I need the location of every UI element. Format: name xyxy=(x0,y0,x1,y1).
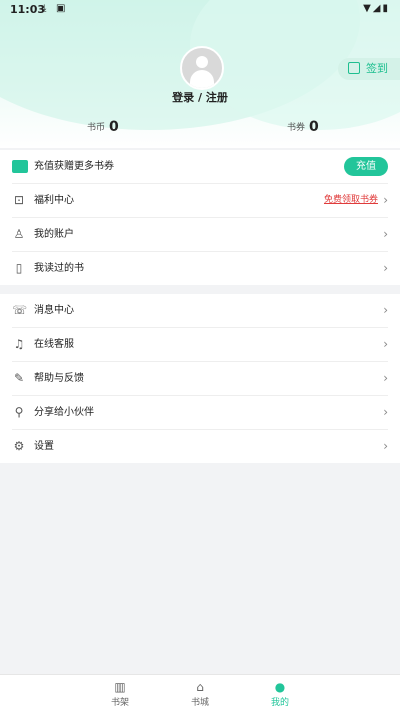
menu-item-label: 在线客服 xyxy=(34,339,74,350)
tab-bookshelf[interactable]: ▥ 书架 xyxy=(100,680,140,708)
chevron-right-icon: › xyxy=(383,227,388,241)
books-icon: ▯ xyxy=(15,261,23,275)
avatar-body xyxy=(190,70,214,88)
bookshelf-icon: ▥ xyxy=(114,680,126,694)
menu-item-read-books[interactable]: ▯ 我读过的书 › xyxy=(12,252,388,285)
gift-icon: ⊡ xyxy=(13,193,25,207)
share-icon: ⚲ xyxy=(14,405,24,419)
menu-item-help[interactable]: ✎ 帮助与反馈 › xyxy=(12,362,388,396)
chevron-right-icon: › xyxy=(383,261,388,275)
chevron-right-icon: › xyxy=(383,405,388,419)
menu-item-label: 设置 xyxy=(34,441,54,452)
status-right-icons: ▼◢▮ xyxy=(363,3,390,14)
menu-item-share[interactable]: ⚲ 分享给小伙伴 › xyxy=(12,396,388,430)
menu-item-label: 消息中心 xyxy=(34,305,74,316)
home-icon: ⌂ xyxy=(196,680,204,694)
message-icon: ☏ xyxy=(12,303,28,317)
checkin-label: 签到 xyxy=(366,62,388,75)
menu-item-label: 分享给小伙伴 xyxy=(34,407,94,418)
chevron-right-icon: › xyxy=(383,337,388,351)
menu-item-label: 我的账户 xyxy=(34,229,74,240)
menu-item-welfare[interactable]: ⊡ 福利中心 免费领取书券 › xyxy=(12,184,388,218)
checkin-button[interactable]: 签到 xyxy=(338,58,400,80)
coins-label: 书币 xyxy=(87,123,106,133)
app-icon: ▣ xyxy=(56,3,66,14)
tab-bookstore[interactable]: ⌂ 书城 xyxy=(180,680,220,708)
edit-icon: ✎ xyxy=(13,371,25,385)
menu-item-settings[interactable]: ⚙ 设置 › xyxy=(12,430,388,463)
free-voucher-link[interactable]: 免费领取书券 xyxy=(324,184,378,217)
menu-item-label: 福利中心 xyxy=(34,195,74,206)
vouchers-value: 0 xyxy=(309,119,319,135)
avatar-head xyxy=(196,56,208,68)
wifi-icon: ▼ xyxy=(363,3,373,14)
vouchers-label: 书券 xyxy=(287,123,306,133)
recharge-label: 充值获赠更多书券 xyxy=(34,161,114,172)
bottom-tab-bar: ▥ 书架 ⌂ 书城 ● 我的 xyxy=(0,674,400,713)
person-icon: ● xyxy=(274,680,286,694)
profile-header: 11:03 ⤓ ▣ ▼◢▮ 登录 / 注册 签到 书币 0 书券 0 xyxy=(0,0,400,148)
tab-label: 书城 xyxy=(190,698,209,708)
tab-mine[interactable]: ● 我的 xyxy=(260,680,300,708)
menu-item-label: 我读过的书 xyxy=(34,263,84,274)
menu-item-messages[interactable]: ☏ 消息中心 › xyxy=(12,294,388,328)
wallet-icon xyxy=(12,160,28,173)
chevron-right-icon: › xyxy=(383,371,388,385)
login-register-link[interactable]: 登录 / 注册 xyxy=(0,89,400,105)
status-time: 11:03 xyxy=(10,3,46,16)
calendar-icon xyxy=(348,62,360,74)
menu-item-account[interactable]: ♙ 我的账户 › xyxy=(12,218,388,252)
vouchers-stat[interactable]: 书券 0 xyxy=(287,119,319,135)
chevron-right-icon: › xyxy=(383,193,388,207)
menu-item-support[interactable]: ♫ 在线客服 › xyxy=(12,328,388,362)
status-bar: 11:03 ⤓ ▣ ▼◢▮ xyxy=(0,0,400,20)
coins-value: 0 xyxy=(109,119,119,135)
chevron-right-icon: › xyxy=(383,439,388,453)
headset-icon: ♫ xyxy=(13,337,25,351)
tab-label: 书架 xyxy=(110,698,129,708)
download-icon: ⤓ xyxy=(42,3,47,14)
coins-stat[interactable]: 书币 0 xyxy=(87,119,119,135)
battery-icon: ▮ xyxy=(382,3,390,14)
recharge-button[interactable]: 充值 xyxy=(344,157,388,176)
menu-card-2: ☏ 消息中心 › ♫ 在线客服 › ✎ 帮助与反馈 › ⚲ 分享给小伙伴 › ⚙… xyxy=(0,294,400,463)
recharge-row[interactable]: 充值获赠更多书券 充值 xyxy=(12,150,388,184)
user-icon: ♙ xyxy=(13,227,25,241)
gear-icon: ⚙ xyxy=(13,439,25,453)
avatar[interactable] xyxy=(180,46,224,90)
tab-label: 我的 xyxy=(270,698,289,708)
menu-item-label: 帮助与反馈 xyxy=(34,373,84,384)
menu-card-1: 充值获赠更多书券 充值 ⊡ 福利中心 免费领取书券 › ♙ 我的账户 › ▯ 我… xyxy=(0,150,400,285)
chevron-right-icon: › xyxy=(383,303,388,317)
